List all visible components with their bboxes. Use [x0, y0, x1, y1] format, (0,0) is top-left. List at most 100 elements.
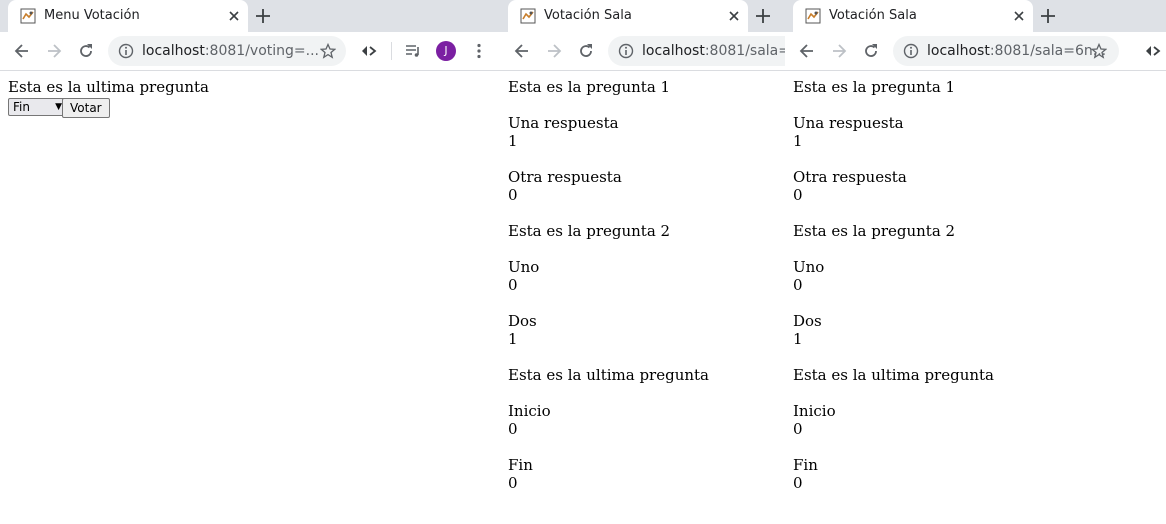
new-tab-icon[interactable]: [1039, 7, 1057, 25]
browser-window-voting-menu: Menu Votación localhost:8081/voting=...: [0, 0, 500, 524]
back-arrow-icon[interactable]: [797, 41, 817, 61]
tab-strip: Menu Votación: [0, 0, 500, 32]
question-block: Esta es la pregunta 2 Uno 0 Dos 1: [793, 222, 994, 348]
answer-count: 0: [508, 186, 518, 204]
answer-label: Uno: [508, 258, 540, 276]
question-text: Esta es la pregunta 2: [793, 222, 956, 240]
browser-window-room-results-2: Votación Sala localhost:8081/sala=6n...: [785, 0, 1166, 524]
question-block: Esta es la pregunta 2 Uno 0 Dos 1: [508, 222, 709, 348]
tab-room-results[interactable]: Votación Sala: [793, 0, 1033, 32]
url-host: localhost: [142, 43, 205, 59]
reload-icon[interactable]: [861, 41, 881, 61]
vote-form: Fin ▼ Votar: [8, 98, 209, 118]
answer-select-value: Fin: [13, 100, 30, 114]
answer-count: 1: [508, 132, 518, 150]
answer-count: 0: [793, 474, 803, 492]
vote-button[interactable]: Votar: [62, 98, 110, 118]
bookmark-star-icon[interactable]: [320, 43, 336, 59]
reload-icon[interactable]: [576, 41, 596, 61]
answer-label: Fin: [508, 456, 533, 474]
answer-count: 0: [793, 186, 803, 204]
info-icon[interactable]: [903, 43, 919, 59]
results-list: Esta es la pregunta 1 Una respuesta 1 Otr…: [508, 78, 709, 492]
answer-result: Inicio 0: [508, 402, 709, 438]
tab-room-results[interactable]: Votación Sala: [508, 0, 748, 32]
address-bar[interactable]: localhost:8081/sala=6: [608, 36, 785, 66]
address-bar[interactable]: localhost:8081/voting=...: [108, 36, 346, 66]
close-tab-icon[interactable]: [226, 8, 242, 24]
more-menu-icon[interactable]: [469, 41, 489, 61]
tab-strip: Votación Sala: [785, 0, 1166, 32]
answer-result: Otra respuesta 0: [508, 168, 709, 204]
url-path: :8081/sala=6n...: [989, 43, 1107, 59]
page-favicon-icon: [20, 8, 36, 24]
question-text: Esta es la pregunta 2: [508, 222, 671, 240]
answer-label: Otra respuesta: [508, 168, 622, 186]
answer-result: Una respuesta 1: [793, 114, 994, 150]
answer-result: Una respuesta 1: [508, 114, 709, 150]
tab-title: Votación Sala: [829, 8, 917, 23]
answer-result: Uno 0: [508, 258, 709, 294]
question-text: Esta es la pregunta 1: [793, 78, 956, 96]
url-path: :8081/voting=...: [204, 43, 319, 59]
info-icon[interactable]: [618, 43, 634, 59]
bookmark-star-icon[interactable]: [1091, 43, 1107, 59]
answer-label: Uno: [793, 258, 825, 276]
new-tab-icon[interactable]: [254, 7, 272, 25]
answer-count: 1: [793, 132, 803, 150]
url-host: localhost: [927, 43, 990, 59]
answer-label: Dos: [508, 312, 537, 330]
close-tab-icon[interactable]: [1011, 8, 1027, 24]
answer-label: Inicio: [508, 402, 551, 420]
question-block: Esta es la ultima pregunta Inicio 0 Fin 0: [793, 366, 994, 492]
tab-voting-menu[interactable]: Menu Votación: [8, 0, 248, 32]
answer-count: 0: [793, 276, 803, 294]
question-block: Esta es la ultima pregunta Inicio 0 Fin 0: [508, 366, 709, 492]
new-tab-icon[interactable]: [754, 7, 772, 25]
answer-count: 0: [508, 420, 518, 438]
answer-result: Fin 0: [793, 456, 994, 492]
url-text: localhost:8081/sala=6: [642, 43, 785, 59]
page-favicon-icon: [520, 8, 536, 24]
close-tab-icon[interactable]: [726, 8, 742, 24]
back-arrow-icon[interactable]: [512, 41, 532, 61]
question-text: Esta es la ultima pregunta: [508, 366, 709, 384]
question-text: Esta es la ultima pregunta: [793, 366, 994, 384]
dropdown-arrow-icon: ▼: [55, 102, 62, 112]
browser-window-room-results: Votación Sala localhost:8081/sala=6 Esta…: [500, 0, 785, 524]
answer-result: Inicio 0: [793, 402, 994, 438]
extension-icon[interactable]: [359, 41, 379, 61]
question-text: Esta es la ultima pregunta: [8, 78, 209, 96]
url-path: :8081/sala=6: [704, 43, 785, 59]
page-content: Esta es la ultima pregunta Fin ▼ Votar: [8, 78, 209, 118]
media-playlist-icon[interactable]: [403, 41, 423, 61]
answer-label: Dos: [793, 312, 822, 330]
page-favicon-icon: [805, 8, 821, 24]
answer-result: Fin 0: [508, 456, 709, 492]
answer-count: 1: [793, 330, 803, 348]
answer-count: 0: [793, 420, 803, 438]
answer-label: Otra respuesta: [793, 168, 907, 186]
address-bar[interactable]: localhost:8081/sala=6n...: [893, 36, 1119, 66]
info-icon[interactable]: [118, 43, 134, 59]
answer-label: Inicio: [793, 402, 836, 420]
answer-result: Uno 0: [793, 258, 994, 294]
answer-count: 1: [508, 330, 518, 348]
answer-select[interactable]: Fin ▼: [8, 98, 66, 116]
results-list: Esta es la pregunta 1 Una respuesta 1 Otr…: [793, 78, 994, 492]
profile-avatar[interactable]: J: [436, 41, 456, 61]
answer-label: Una respuesta: [793, 114, 904, 132]
answer-result: Dos 1: [793, 312, 994, 348]
reload-icon[interactable]: [76, 41, 96, 61]
extension-icon[interactable]: [1143, 41, 1163, 61]
answer-count: 0: [508, 474, 518, 492]
url-text: localhost:8081/sala=6n...: [927, 43, 1106, 59]
forward-arrow-icon[interactable]: [544, 41, 564, 61]
forward-arrow-icon[interactable]: [829, 41, 849, 61]
tab-title: Menu Votación: [44, 8, 140, 23]
back-arrow-icon[interactable]: [12, 41, 32, 61]
toolbar-divider: [391, 42, 392, 60]
forward-arrow-icon[interactable]: [44, 41, 64, 61]
browser-toolbar: localhost:8081/sala=6: [500, 32, 785, 71]
answer-count: 0: [508, 276, 518, 294]
